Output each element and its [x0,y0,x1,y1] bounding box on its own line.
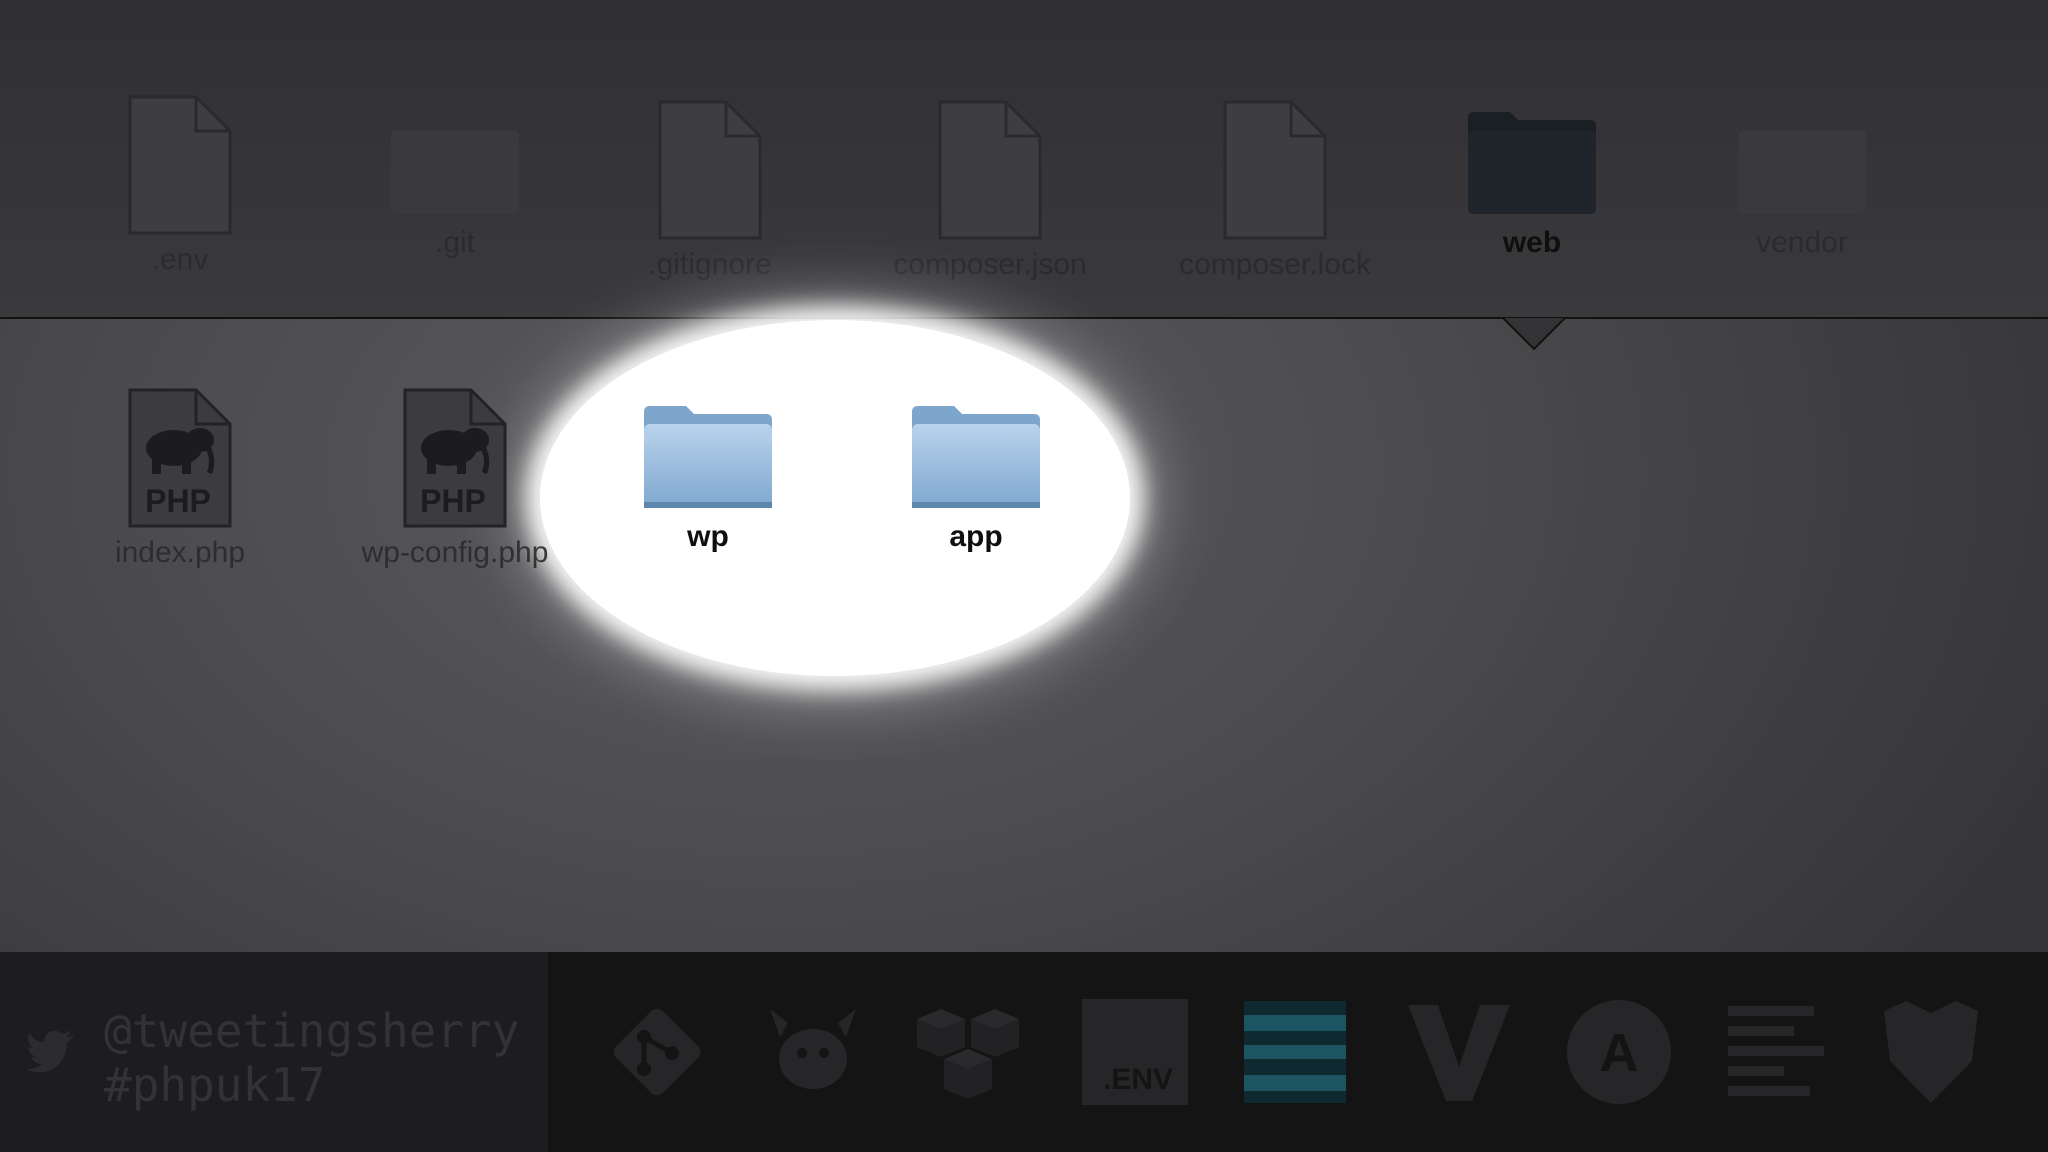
cubes-icon [917,1009,1019,1099]
hashtag: #phpuk17 [104,1058,326,1112]
folder-app-highlighted[interactable]: app [866,402,1086,554]
file-label: composer.lock [1179,248,1371,281]
folder-icon [644,406,772,508]
lines-logo-icon [1728,1006,1824,1096]
svg-text:A: A [1600,1023,1639,1083]
document-icon [658,100,762,240]
v-logo-icon [1408,1005,1510,1101]
folder-icon [391,112,519,214]
slide-footer: @tweetingsherry #phpuk17 .ENV A [0,952,2048,1152]
folder-label: vendor [1756,226,1848,259]
file-index-php[interactable]: PHP index.php [70,388,290,570]
crab-mascot-icon [770,1009,856,1089]
document-icon [1223,100,1327,240]
env-icon: .ENV [1082,999,1188,1105]
file-composer-lock[interactable]: composer.lock [1165,100,1385,282]
document-icon [128,95,232,235]
file-label: wp-config.php [361,536,549,569]
twitter-handle: @tweetingsherry [104,1004,520,1058]
file-composer-json[interactable]: composer.json [880,100,1100,282]
folder-icon [1468,112,1596,214]
file-label: .gitignore [648,248,772,281]
folder-label: web [1502,226,1562,259]
folder-vendor[interactable]: vendor [1692,108,1912,260]
file-label: .env [151,243,209,276]
file-label: composer.json [893,248,1087,281]
folder-web-selected[interactable]: web [1422,108,1642,260]
folder-icon [912,406,1040,508]
folder-label: app [949,520,1003,553]
file-gitignore[interactable]: .gitignore [600,100,820,282]
file-env[interactable]: .env [70,95,290,277]
ansible-icon: A [1567,1000,1671,1104]
file-wp-config-php[interactable]: PHP wp-config.php [345,388,565,570]
selection-caret-icon [1503,317,1565,351]
folder-wp-highlighted[interactable]: wp [598,402,818,554]
column-divider [0,317,2048,319]
svg-text:PHP: PHP [145,483,211,519]
git-icon [613,1008,701,1096]
folder-label: wp [687,520,729,553]
twitter-badge: @tweetingsherry #phpuk17 [0,952,548,1152]
shield-icon [1884,1001,1978,1103]
folder-git[interactable]: .git [345,108,565,260]
folder-label: .git [434,226,476,259]
folder-icon [1738,112,1866,214]
php-file-icon: PHP [128,388,232,528]
twitter-bird-icon [26,1030,74,1072]
svg-text:.ENV: .ENV [1103,1063,1173,1096]
document-icon [938,100,1042,240]
finder-column-view: .env .git .gitignore composer.json compo… [0,0,2048,952]
file-label: index.php [114,536,246,569]
stripes-logo-icon [1244,1001,1346,1103]
svg-text:PHP: PHP [420,483,486,519]
php-file-icon: PHP [403,388,507,528]
